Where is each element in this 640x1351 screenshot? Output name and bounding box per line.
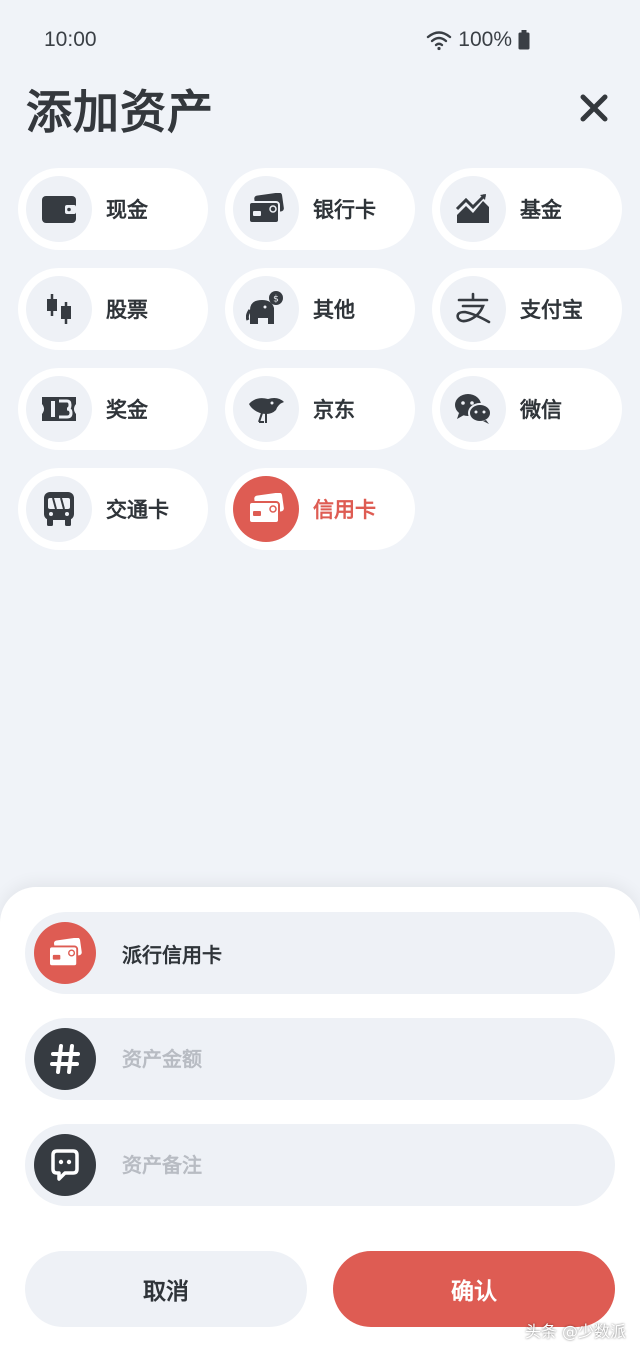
chip-bank-card[interactable]: 银行卡 <box>225 168 415 250</box>
chip-label: 基金 <box>520 198 562 222</box>
battery-percent: 100% <box>458 28 512 51</box>
chart-trend-icon <box>455 193 489 223</box>
ticket-icon <box>42 397 76 421</box>
chip-stock[interactable]: 股票 <box>18 268 208 350</box>
status-time: 10:00 <box>44 28 97 51</box>
chip-jd[interactable]: 京东 <box>225 368 415 450</box>
confirm-button[interactable]: 确认 <box>333 1251 615 1327</box>
chip-label: 微信 <box>520 398 562 422</box>
chip-cash[interactable]: 现金 <box>18 168 208 250</box>
jd-bird-icon <box>249 398 284 423</box>
chip-label: 银行卡 <box>313 198 376 222</box>
chip-other[interactable]: $ 其他 <box>225 268 415 350</box>
battery-icon <box>518 30 530 50</box>
svg-text:$: $ <box>273 295 279 305</box>
chip-wechat[interactable]: 微信 <box>432 368 622 450</box>
candlestick-icon <box>47 294 71 324</box>
wechat-icon <box>455 394 492 424</box>
chip-alipay[interactable]: 支付宝 <box>432 268 622 350</box>
status-indicators: 100% <box>426 28 530 52</box>
cancel-button[interactable]: 取消 <box>25 1251 307 1327</box>
hash-icon <box>50 1044 80 1074</box>
chip-label: 奖金 <box>106 398 148 422</box>
chip-credit-card[interactable]: 信用卡 <box>225 468 415 550</box>
page-title: 添加资产 <box>26 85 214 139</box>
chip-label: 交通卡 <box>106 498 169 522</box>
chip-bonus[interactable]: 奖金 <box>18 368 208 450</box>
close-icon <box>580 94 608 122</box>
asset-note-input[interactable] <box>122 1153 582 1177</box>
chip-label: 现金 <box>106 198 148 222</box>
elephant-piggybank-icon: $ <box>246 291 283 324</box>
chip-label: 京东 <box>313 398 355 422</box>
wifi-icon <box>427 31 452 51</box>
asset-name-field[interactable]: 派行信用卡 <box>25 912 615 994</box>
bus-icon <box>44 492 74 526</box>
chip-label: 其他 <box>313 298 355 322</box>
watermark: 头条 @少数派 <box>524 1322 626 1341</box>
chip-transit-card[interactable]: 交通卡 <box>18 468 208 550</box>
close-button[interactable] <box>572 86 616 130</box>
asset-note-field[interactable] <box>25 1124 615 1206</box>
status-bar: 10:00 100% <box>0 0 640 80</box>
chip-label: 信用卡 <box>313 498 376 522</box>
chip-label: 股票 <box>106 298 148 322</box>
credit-card-icon <box>248 493 284 524</box>
asset-name-value: 派行信用卡 <box>122 942 222 967</box>
wallet-icon <box>42 196 76 223</box>
asset-amount-field[interactable] <box>25 1018 615 1100</box>
asset-amount-input[interactable] <box>122 1047 582 1071</box>
message-icon <box>51 1149 79 1181</box>
credit-card-icon <box>48 938 82 968</box>
chip-fund[interactable]: 基金 <box>432 168 622 250</box>
bank-card-icon <box>248 193 284 224</box>
alipay-icon <box>456 292 491 324</box>
chip-label: 支付宝 <box>520 298 583 322</box>
